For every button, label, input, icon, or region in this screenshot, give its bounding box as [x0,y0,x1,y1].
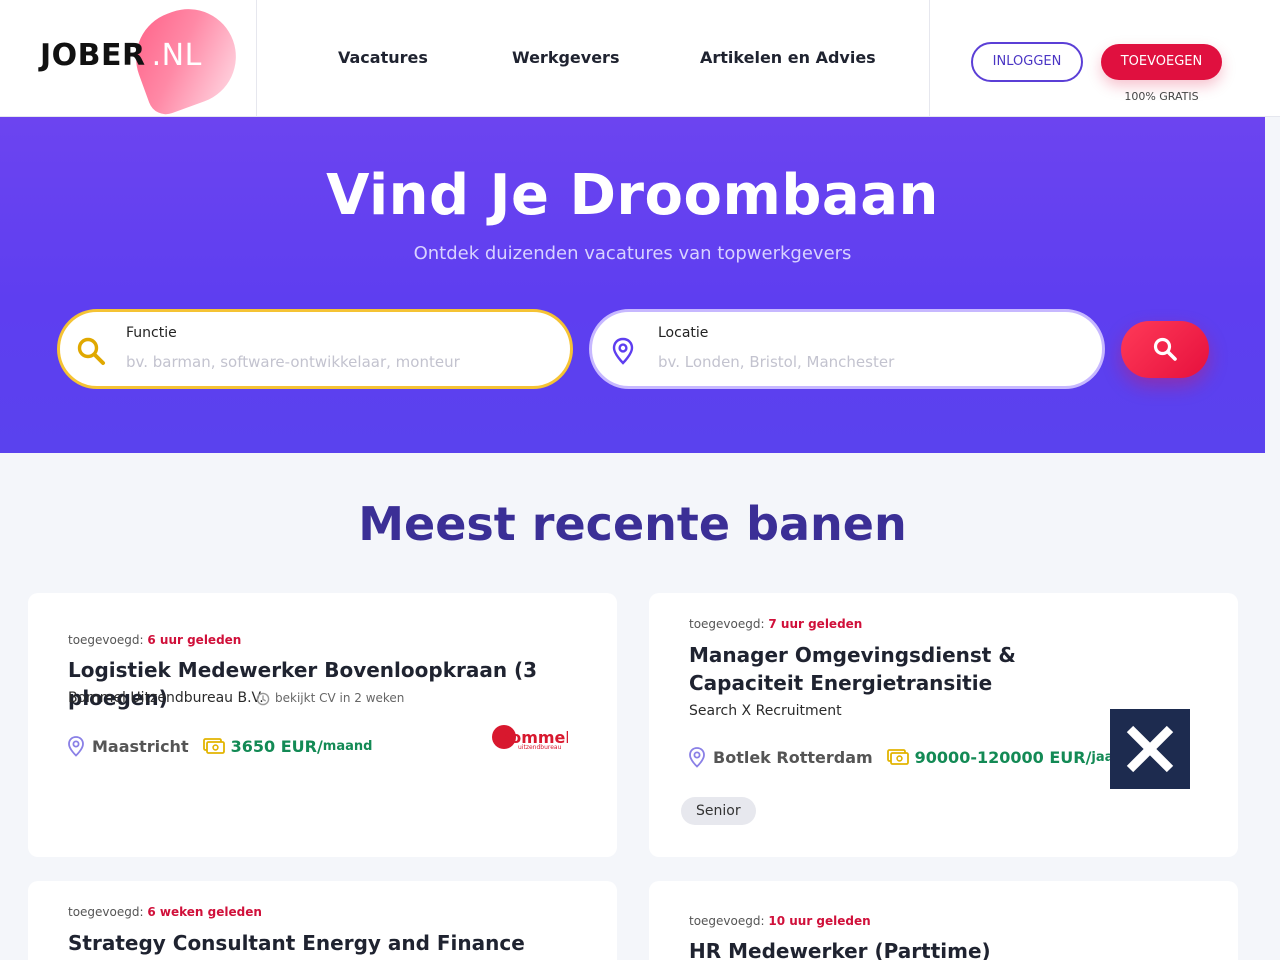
location-pin-icon [689,747,705,768]
salary-period: maand [322,738,373,754]
job-meta: Maastricht 3650 EUR/maand [66,735,372,757]
money-icon [886,749,909,765]
login-button[interactable]: INLOGGEN [971,42,1083,82]
location-label: Locatie [658,325,709,341]
posted-date: toegevoegd: 10 uur geleden [689,914,871,928]
header-divider [929,0,930,116]
job-title[interactable]: Manager Omgevingsdienst & Capaciteit Ene… [689,641,1109,697]
job-location: Maastricht [92,736,189,756]
job-salary: 3650 EUR/ [230,736,323,756]
recent-jobs-title: Meest recente banen [358,497,907,551]
function-search-box[interactable]: Functie [57,309,573,389]
hero-title: Vind Je Droombaan [326,163,939,228]
add-job-button[interactable]: TOEVOEGEN [1101,44,1222,80]
logo-text: JOBER .NL [40,38,202,73]
company-logo: Bommel uitzendbureau [492,725,568,751]
company-logo [1110,709,1190,789]
posted-date: toegevoegd: 7 uur geleden [689,617,863,631]
job-title[interactable]: HR Medewerker (Parttime) [689,937,1209,960]
job-title[interactable]: Strategy Consultant Energy and Finance [68,929,588,957]
job-card[interactable]: toegevoegd: 7 uur geleden Manager Omgevi… [649,593,1238,857]
nav-werkgevers[interactable]: Werkgevers [512,48,619,67]
header-divider [256,0,257,116]
location-search-box[interactable]: Locatie [589,309,1105,389]
cv-review-note: bekijkt CV in 2 weken [275,691,405,705]
location-input[interactable] [658,349,1078,375]
location-pin-icon [68,736,84,757]
nav-vacatures[interactable]: Vacatures [338,48,428,67]
posted-date: toegevoegd: 6 uur geleden [68,633,242,647]
company-name[interactable]: Search X Recruitment [689,703,842,719]
search-button[interactable] [1121,321,1209,378]
seniority-tag: Senior [681,797,756,825]
location-pin-icon [612,337,634,365]
logo-bommel-sub: uitzendbureau [518,744,562,751]
hero-banner: Vind Je Droombaan Ontdek duizenden vacat… [0,117,1265,453]
function-label: Functie [126,325,177,341]
job-card[interactable]: toegevoegd: 6 uur geleden Logistiek Mede… [28,593,617,857]
job-location: Botlek Rotterdam [713,747,873,767]
clock-icon [256,692,270,706]
job-card[interactable]: toegevoegd: 10 uur geleden HR Medewerker… [649,881,1238,960]
nav-artikelen-en-advies[interactable]: Artikelen en Advies [700,48,876,67]
search-icon [1153,337,1177,361]
job-card[interactable]: toegevoegd: 6 weken geleden Strategy Con… [28,881,617,960]
free-note: 100% GRATIS [1124,90,1199,103]
search-icon [77,337,105,365]
logo-suffix: .NL [151,38,202,73]
money-icon [202,738,225,754]
job-meta: Botlek Rotterdam 90000-120000 EUR/jaar [687,746,1120,768]
jober-logo[interactable]: JOBER .NL [40,0,250,120]
x-logo-icon [1126,725,1174,773]
posted-date: toegevoegd: 6 weken geleden [68,905,262,919]
site-header: JOBER .NL Vacatures Werkgevers Artikelen … [0,0,1280,120]
function-input[interactable] [126,349,546,375]
hero-subtitle: Ontdek duizenden vacatures van topwerkge… [413,243,852,264]
job-salary: 90000-120000 EUR/ [914,747,1092,767]
company-name[interactable]: Bommel Uitzendbureau B.V. [68,690,264,706]
